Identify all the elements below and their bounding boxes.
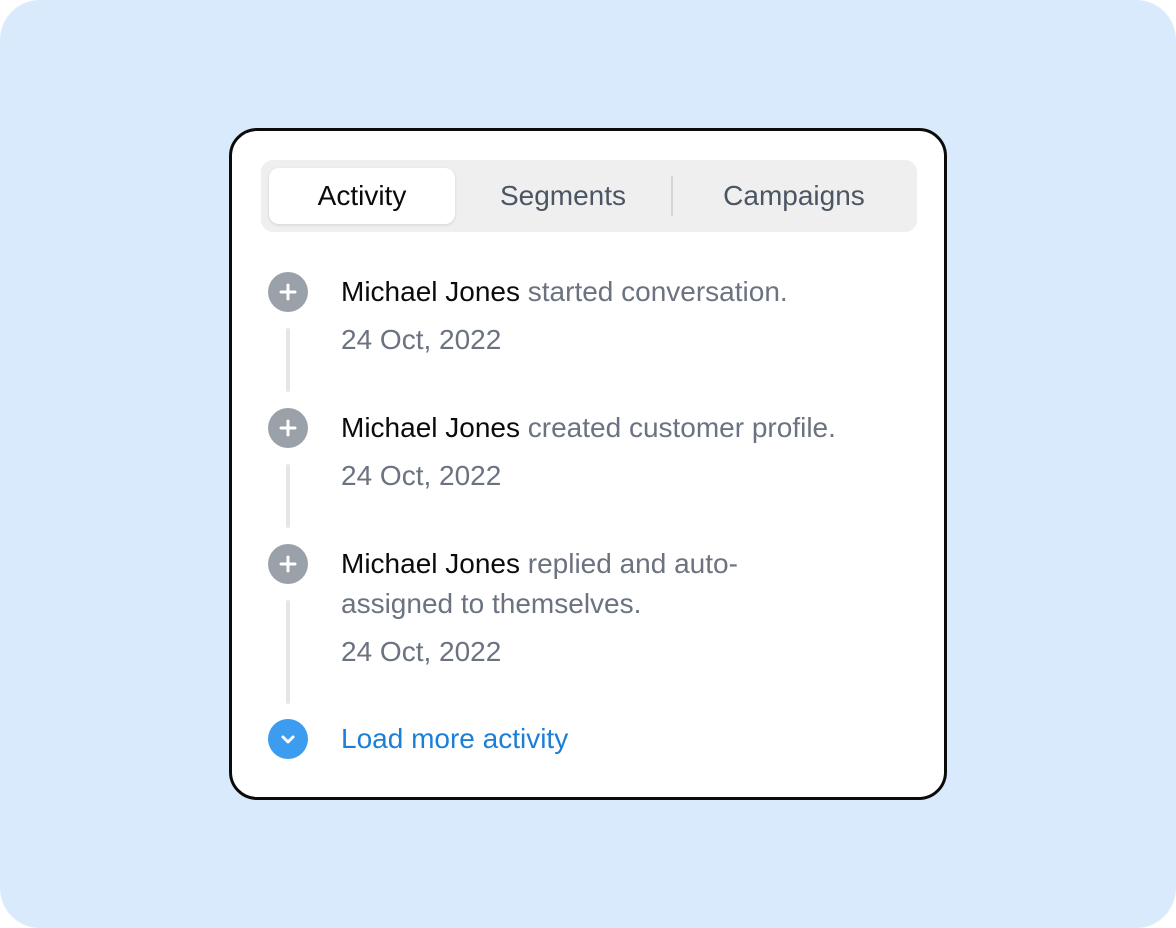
activity-description: Michael Jones created customer profile.: [341, 408, 921, 448]
tab-divider: [671, 176, 673, 216]
tab-activity[interactable]: Activity: [269, 168, 455, 224]
tab-segments[interactable]: Segments: [471, 168, 655, 224]
activity-date: 24 Oct, 2022: [341, 636, 502, 667]
activity-description: Michael Jones started conversation.: [341, 272, 921, 312]
activity-actor: Michael Jones: [341, 548, 520, 579]
load-more-activity-link[interactable]: Load more activity: [341, 719, 568, 759]
activity-date: 24 Oct, 2022: [341, 460, 502, 491]
plus-circle-icon: [268, 408, 308, 448]
timeline-rail: [286, 328, 290, 392]
activity-description: Michael Jones replied and auto-assigned …: [341, 544, 811, 624]
plus-circle-icon: [268, 544, 308, 584]
activity-date: 24 Oct, 2022: [341, 324, 502, 355]
plus-circle-icon: [268, 272, 308, 312]
activity-actor: Michael Jones: [341, 276, 520, 307]
activity-action: started conversation.: [527, 276, 788, 307]
tab-campaigns[interactable]: Campaigns: [681, 168, 907, 224]
activity-action: created customer profile.: [527, 412, 836, 443]
timeline-rail: [286, 600, 290, 704]
activity-card: Activity Segments Campaigns Michael Jone…: [229, 128, 947, 800]
timeline-rail: [286, 464, 290, 528]
activity-actor: Michael Jones: [341, 412, 520, 443]
tab-bar: Activity Segments Campaigns: [261, 160, 917, 232]
chevron-down-circle-icon[interactable]: [268, 719, 308, 759]
